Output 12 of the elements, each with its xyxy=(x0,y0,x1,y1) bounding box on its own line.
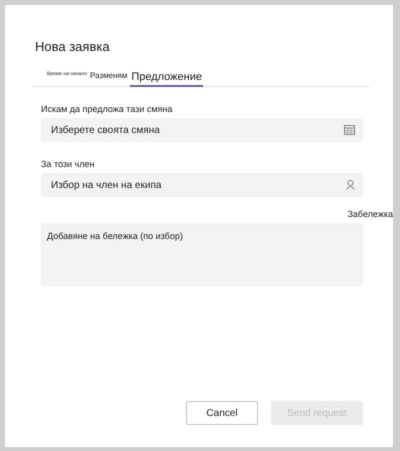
tab[interactable]: Разменям xyxy=(90,71,128,87)
field-label: За този член xyxy=(41,159,96,169)
person-icon xyxy=(346,180,355,190)
tab[interactable]: Предложение xyxy=(130,71,203,87)
input-field[interactable]: Избор на член на екипа xyxy=(41,173,363,197)
field-label: Искам да предложа тази смяна xyxy=(41,104,174,114)
note-label: Забележка xyxy=(347,209,393,219)
input-field[interactable]: Изберете своята смяна xyxy=(41,118,363,142)
cancel-button[interactable]: Cancel xyxy=(186,401,258,425)
note-field[interactable]: Добавяне на бележка (по избор) xyxy=(41,223,363,286)
calendar-icon xyxy=(344,125,355,135)
dialog-title: Нова заявка xyxy=(35,39,111,54)
